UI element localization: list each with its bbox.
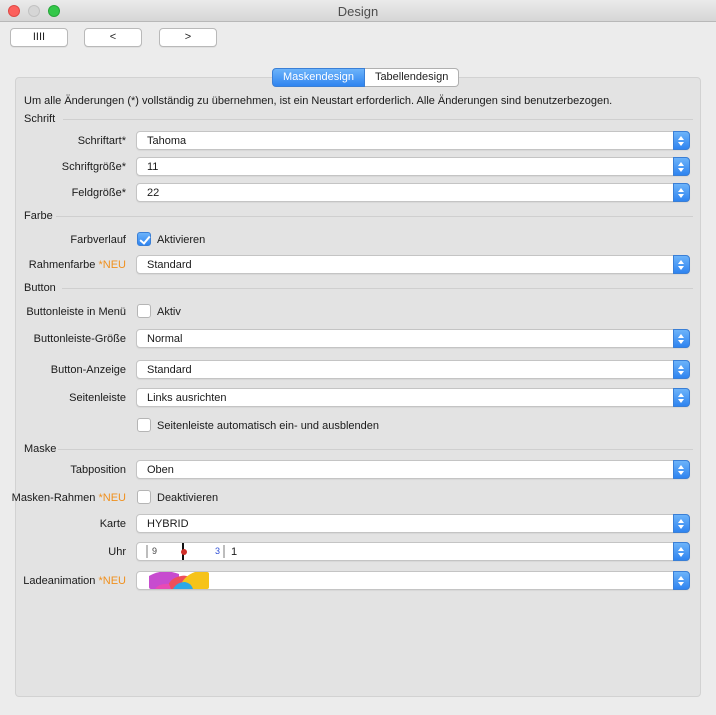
seitenleiste-value: Links ausrichten [147,392,227,404]
updown-chevron-icon [673,183,690,202]
tab-bar: Maskendesign Tabellendesign [272,68,460,87]
neu-badge: *NEU [98,492,126,504]
feldgroesse-label: Feldgröße* [71,187,126,199]
section-divider [56,216,693,217]
seitenleiste-auto-checkbox-label: Seitenleiste automatisch ein- und ausble… [157,420,379,432]
updown-chevron-icon [673,542,690,561]
updown-chevron-icon [673,514,690,533]
buttonleiste-groesse-value: Normal [147,333,183,345]
button-anzeige-label: Button-Anzeige [50,364,126,376]
seitenleiste-label: Seitenleiste [69,392,126,404]
clock-number-right: 3 [215,546,221,556]
feldgroesse-value: 22 [147,187,160,199]
section-maske: Maske [24,443,57,455]
schriftgroesse-value: 11 [147,161,159,173]
updown-chevron-icon [673,460,690,479]
farbverlauf-label: Farbverlauf [70,234,126,246]
schriftgroesse-label: Schriftgröße* [61,161,126,173]
tab-tabellendesign[interactable]: Tabellendesign [364,68,460,87]
updown-chevron-icon [673,255,690,274]
masken-rahmen-label: Masken-Rahmen *NEU [12,492,126,504]
seitenleiste-select[interactable]: Links ausrichten [136,388,690,407]
buttonleiste-menu-checkbox[interactable] [137,304,151,318]
schriftart-value: Tahoma [147,135,187,147]
tabposition-value: Oben [147,464,174,476]
section-divider [58,449,693,450]
schriftart-select[interactable]: Tahoma [136,131,690,150]
ladeanimation-select[interactable] [136,571,690,590]
clock-second-dot [181,549,187,555]
restart-notice: Um alle Änderungen (*) vollständig zu üb… [24,95,613,107]
updown-chevron-icon [673,360,690,379]
rahmenfarbe-value: Standard [147,259,192,271]
forward-button[interactable]: > [159,28,217,47]
karte-value: HYBRID [147,518,189,530]
section-farbe: Farbe [24,210,53,222]
schriftgroesse-select[interactable]: 11 [136,157,690,176]
clock-number-left: 9 [152,546,158,556]
updown-chevron-icon [673,157,690,176]
section-button: Button [24,282,56,294]
clock-divider [146,545,148,558]
uhr-select[interactable]: 9 3 1 [136,542,690,561]
uhr-value: 1 [231,546,238,558]
back-button[interactable]: < [84,28,142,47]
button-anzeige-value: Standard [147,364,192,376]
section-schrift: Schrift [24,113,56,125]
neu-badge: *NEU [98,575,126,587]
section-divider [63,119,693,120]
buttonleiste-menu-label: Buttonleiste in Menü [26,306,126,318]
tabposition-label: Tabposition [70,464,126,476]
ladeanimation-label: Ladeanimation *NEU [23,575,126,587]
ladeanimation-label-text: Ladeanimation [23,575,96,587]
karte-label: Karte [99,518,126,530]
masken-rahmen-checkbox-label: Deaktivieren [157,492,219,504]
window-title: Design [337,4,379,19]
rahmenfarbe-label-text: Rahmenfarbe [28,259,96,271]
tabposition-select[interactable]: Oben [136,460,690,479]
updown-chevron-icon [673,131,690,150]
button-anzeige-select[interactable]: Standard [136,360,690,379]
updown-chevron-icon [673,329,690,348]
masken-rahmen-checkbox[interactable] [137,490,151,504]
karte-select[interactable]: HYBRID [136,514,690,533]
title-bar: Design [0,0,716,22]
feldgroesse-select[interactable]: 22 [136,183,690,202]
buttonleiste-groesse-select[interactable]: Normal [136,329,690,348]
rahmenfarbe-select[interactable]: Standard [136,255,690,274]
schriftart-label: Schriftart* [77,135,126,147]
buttonleiste-menu-checkbox-label: Aktiv [157,306,181,318]
farbverlauf-checkbox-label: Aktivieren [157,234,206,246]
neu-badge: *NEU [98,259,126,271]
sidebar-toggle-button[interactable]: IIII [10,28,68,47]
seitenleiste-auto-checkbox[interactable] [137,418,151,432]
farbverlauf-checkbox[interactable] [137,232,151,246]
section-divider [62,288,693,289]
clock-divider [223,545,225,558]
buttonleiste-groesse-label: Buttonleiste-Größe [33,333,126,345]
loading-animation-preview-icon [149,572,209,589]
updown-chevron-icon [673,388,690,407]
tab-maskendesign[interactable]: Maskendesign [272,68,365,87]
masken-rahmen-label-text: Masken-Rahmen [11,492,96,504]
uhr-label: Uhr [108,546,126,558]
updown-chevron-icon [673,571,690,590]
rahmenfarbe-label: Rahmenfarbe *NEU [29,259,126,271]
